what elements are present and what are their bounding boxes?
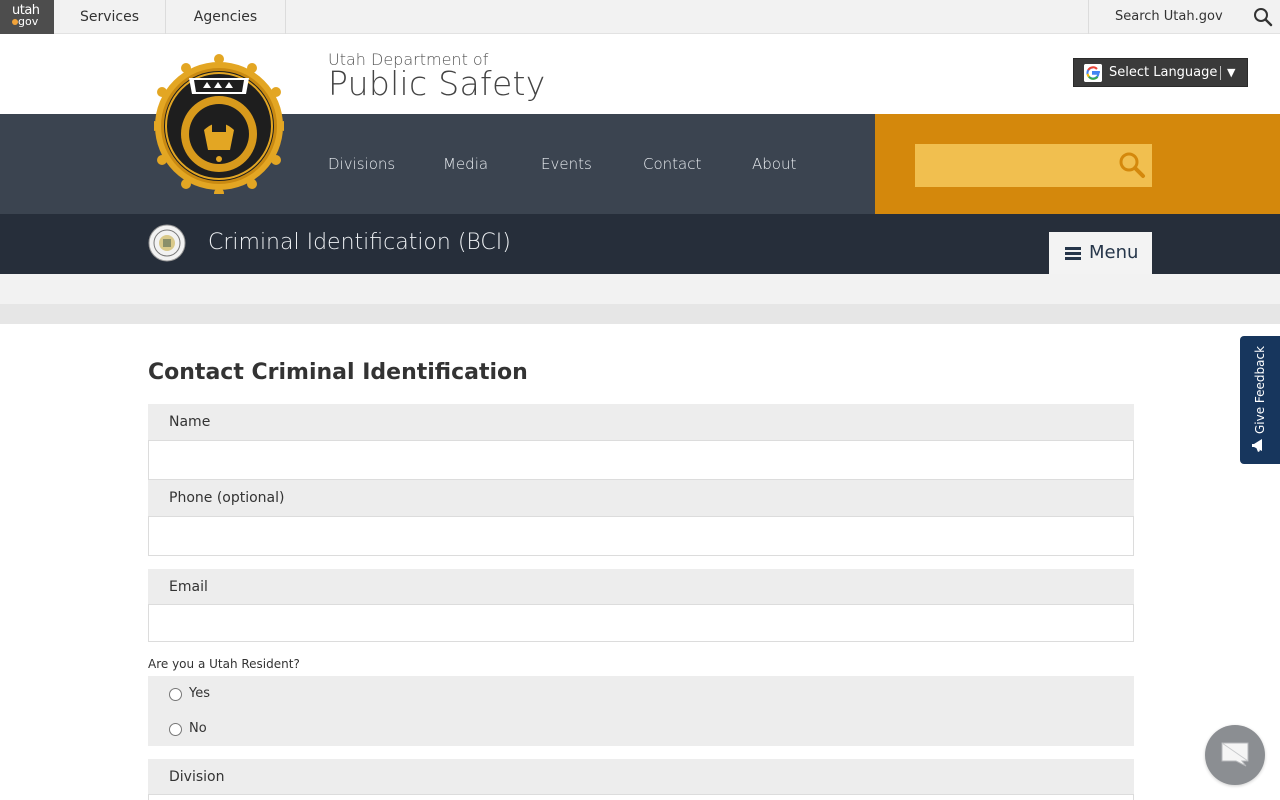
resident-no-label[interactable]: No	[189, 721, 207, 736]
nav-media[interactable]: Media	[443, 155, 488, 173]
page-title: Contact Criminal Identification	[148, 360, 528, 385]
division-label: Division	[148, 759, 1134, 795]
utah-resident-question: Are you a Utah Resident?	[148, 657, 300, 671]
resident-yes-label[interactable]: Yes	[189, 686, 210, 701]
google-icon	[1084, 64, 1102, 82]
nav-events[interactable]: Events	[541, 155, 592, 173]
utah-gov-bar: utah gov Services Agencies Search Utah.g…	[0, 0, 1280, 34]
utah-resident-options	[148, 676, 1134, 746]
search-icon[interactable]	[1117, 150, 1147, 180]
name-label: Name	[148, 404, 1134, 441]
services-link[interactable]: Services	[54, 0, 166, 34]
nav-about[interactable]: About	[752, 155, 796, 173]
menu-button[interactable]: Menu	[1049, 232, 1152, 274]
chat-icon	[1221, 742, 1249, 767]
nav-contact[interactable]: Contact	[643, 155, 701, 173]
search-utah-gov[interactable]: Search Utah.gov	[1088, 0, 1280, 34]
email-label: Email	[148, 569, 1134, 605]
nav-divisions[interactable]: Divisions	[328, 155, 395, 173]
resident-no-radio[interactable]	[169, 723, 182, 736]
megaphone-icon	[1252, 439, 1262, 452]
phone-field[interactable]	[148, 516, 1134, 556]
search-utah-gov-label: Search Utah.gov	[1115, 9, 1223, 24]
select-language-label: Select Language	[1109, 65, 1218, 80]
name-field[interactable]	[148, 440, 1134, 480]
give-feedback-tab[interactable]: Give Feedback	[1240, 336, 1280, 464]
menu-label: Menu	[1089, 242, 1139, 263]
main-nav	[0, 114, 875, 214]
chat-button[interactable]	[1205, 725, 1265, 785]
dps-seal-logo[interactable]	[154, 54, 284, 194]
search-icon[interactable]	[1253, 7, 1273, 27]
chevron-down-icon: ▼	[1227, 66, 1236, 79]
breadcrumb-band	[0, 274, 1280, 304]
select-language-button[interactable]: Select Language ▼	[1073, 58, 1248, 87]
division-select[interactable]	[148, 794, 1134, 800]
phone-label: Phone (optional)	[148, 480, 1134, 517]
email-field[interactable]	[148, 604, 1134, 642]
bci-seal-icon[interactable]	[148, 224, 186, 262]
language-divider	[1220, 66, 1221, 80]
agencies-link[interactable]: Agencies	[166, 0, 286, 34]
divider-band	[0, 304, 1280, 324]
give-feedback-label: Give Feedback	[1253, 345, 1267, 435]
utah-gov-logo[interactable]: utah gov	[0, 0, 54, 34]
dept-title[interactable]: Public Safety	[328, 64, 546, 103]
menu-icon	[1065, 247, 1081, 260]
resident-yes-radio[interactable]	[169, 688, 182, 701]
division-title[interactable]: Criminal Identification (BCI)	[208, 230, 511, 255]
gov-logo-text: gov	[18, 15, 39, 28]
